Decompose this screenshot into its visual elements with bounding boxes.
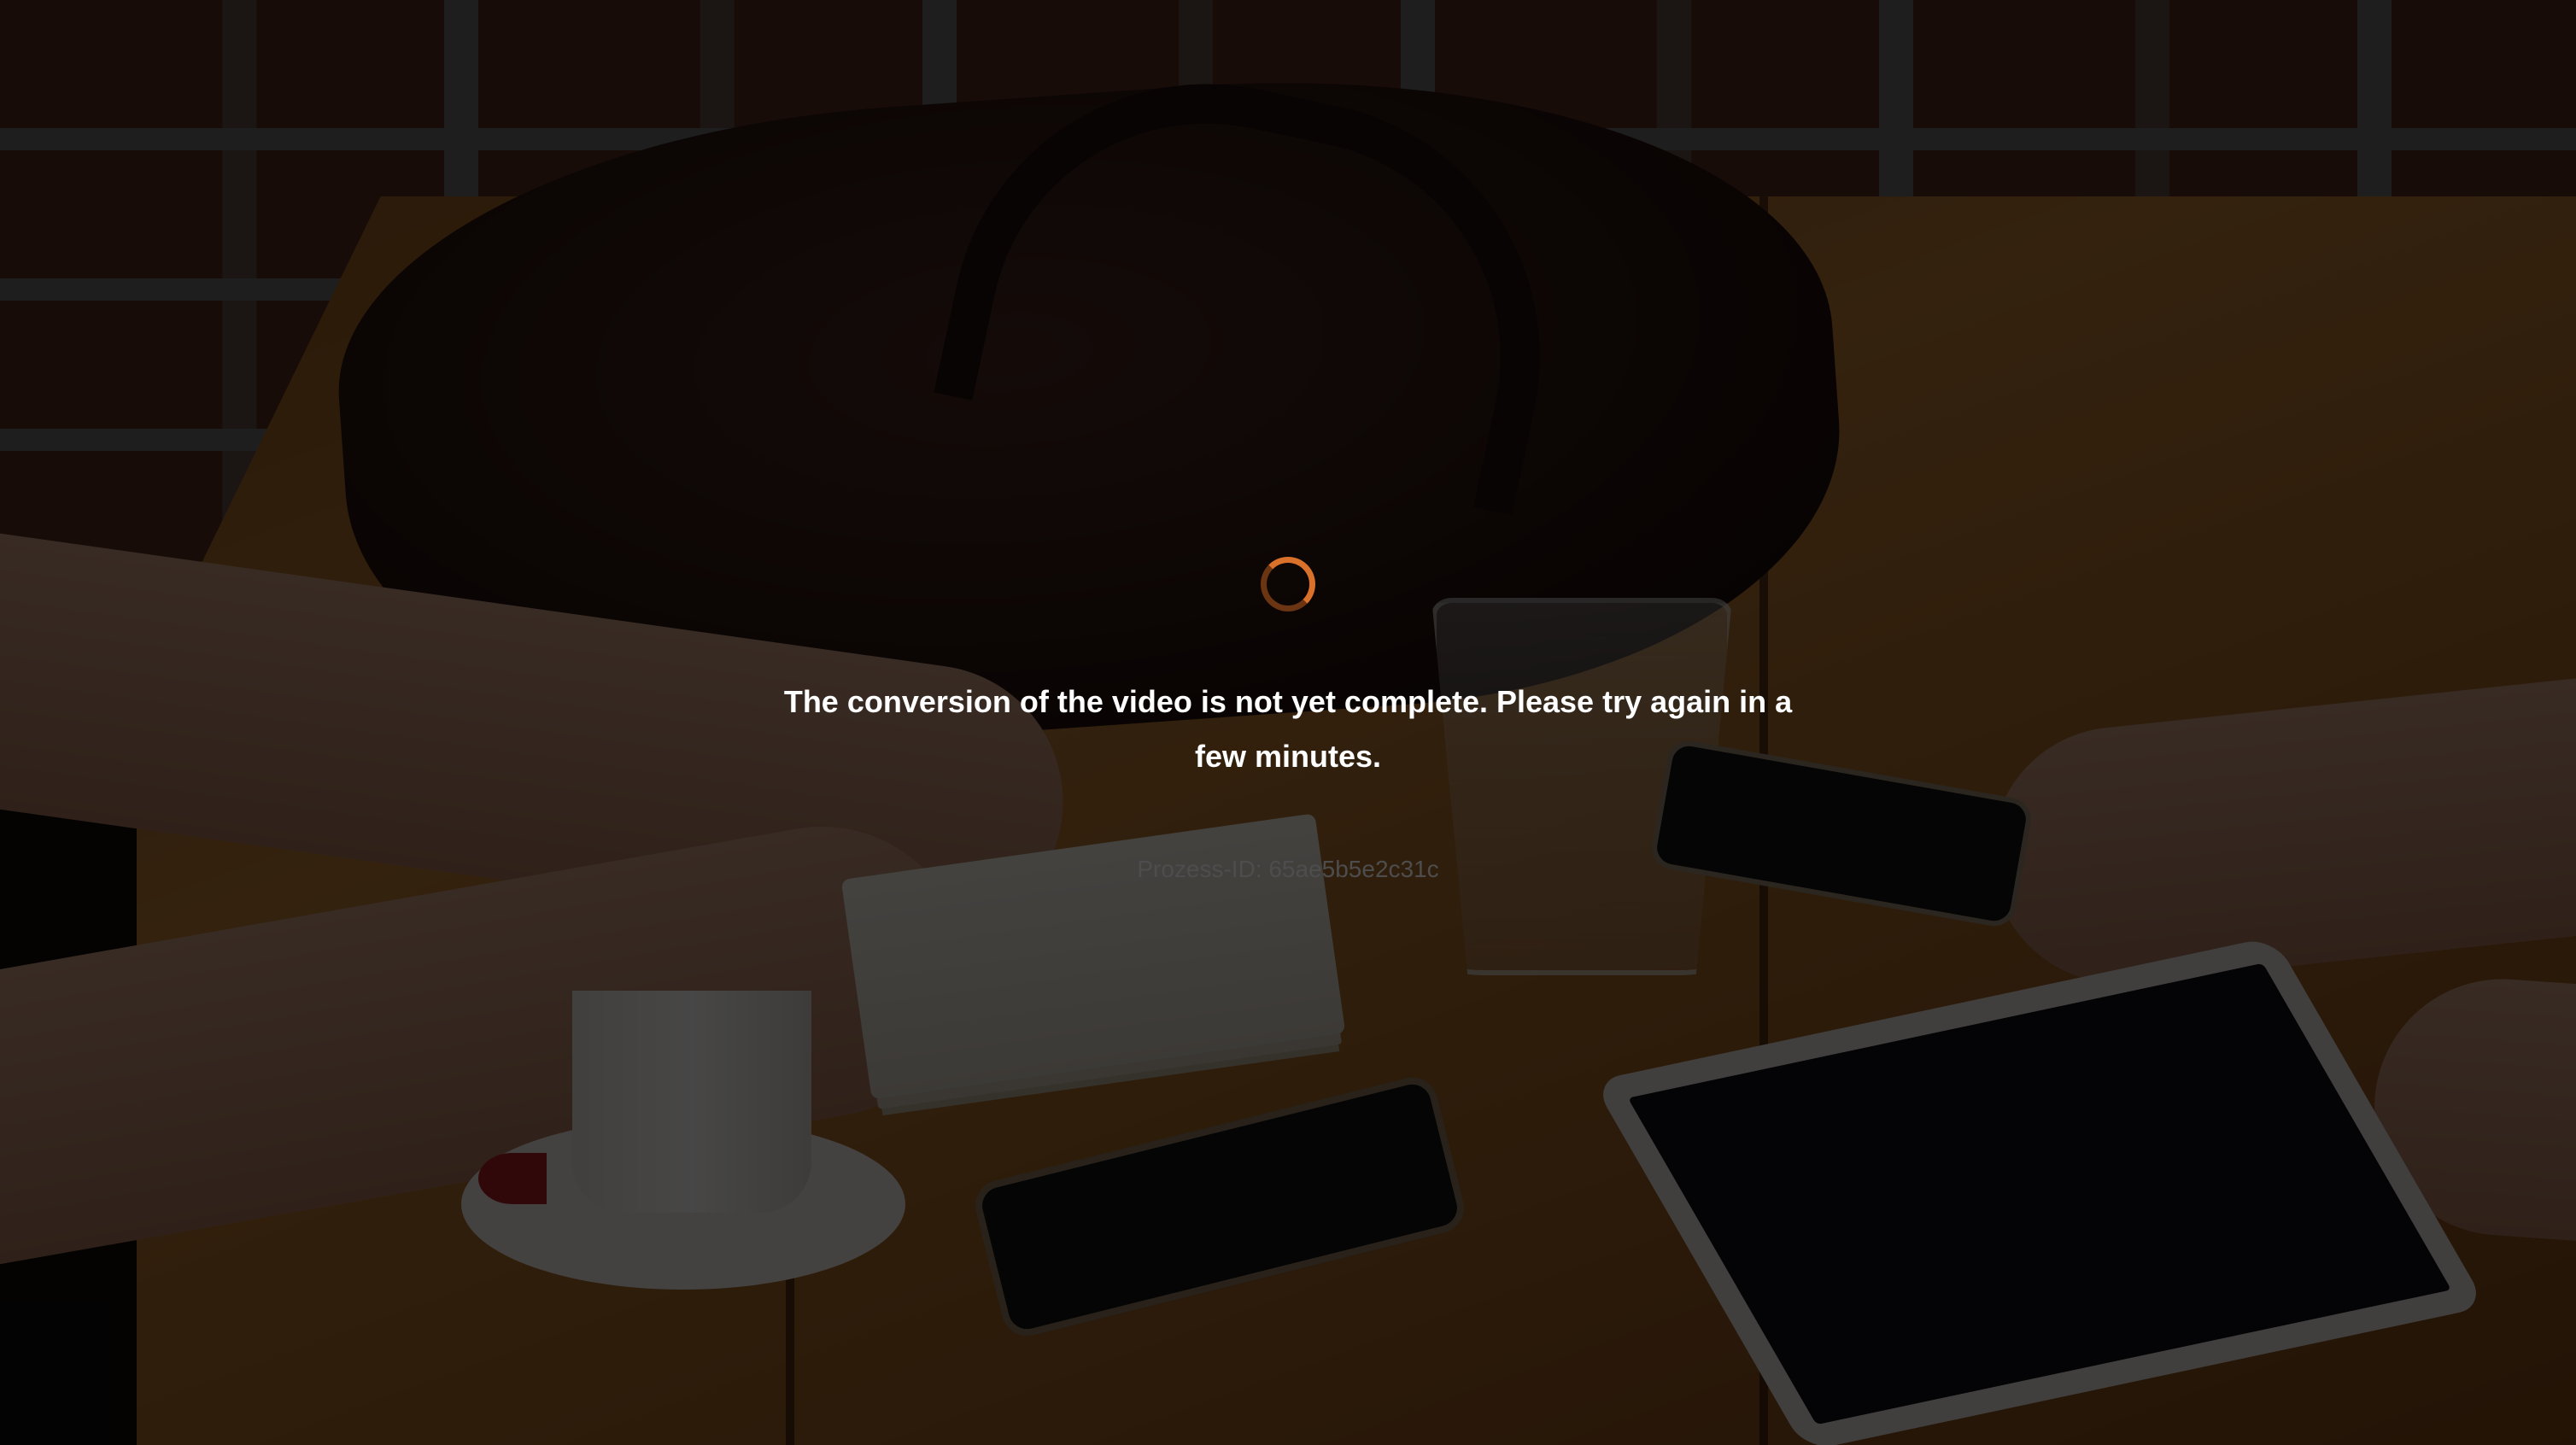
process-id-value: 65ae5b5e2c31c bbox=[1268, 856, 1439, 882]
conversion-status-message: The conversion of the video is not yet c… bbox=[783, 684, 1793, 774]
video-conversion-pending-screen: The conversion of the video is not yet c… bbox=[0, 0, 2576, 1445]
conversion-status-panel: The conversion of the video is not yet c… bbox=[0, 0, 2576, 1445]
loading-spinner-icon bbox=[1261, 557, 1315, 611]
process-id: Prozess-ID: 65ae5b5e2c31c bbox=[776, 852, 1800, 886]
process-id-label: Prozess-ID: bbox=[1137, 856, 1262, 882]
